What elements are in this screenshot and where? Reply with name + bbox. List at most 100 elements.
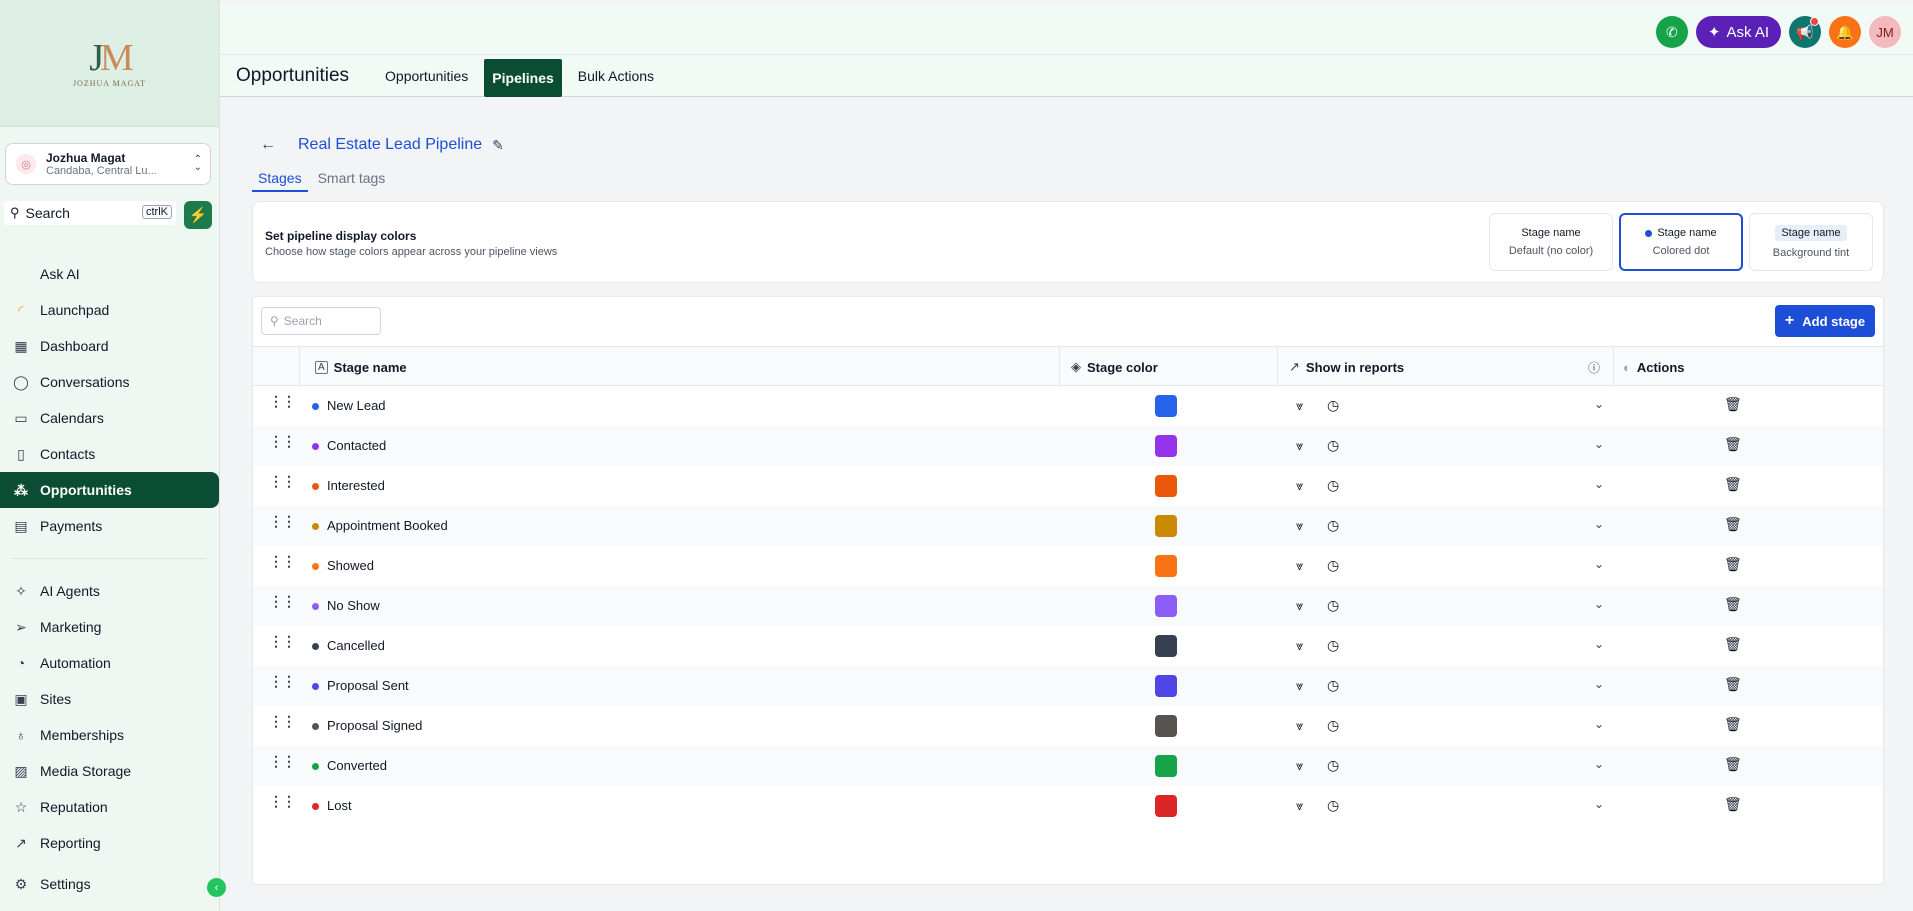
drag-handle-icon[interactable]: ⋮⋮ (269, 634, 296, 648)
drag-handle-icon[interactable]: ⋮⋮ (269, 474, 296, 488)
sidebar-item-reporting[interactable]: ↗ Reporting (0, 825, 219, 861)
trash-icon[interactable]: 🗑 (1724, 756, 1742, 773)
table-row[interactable]: ⋮⋮ Proposal Signed ⩔ ◷ ⌄ 🗑 (253, 706, 1883, 746)
chevron-down-icon[interactable]: ⌄ (1594, 437, 1604, 451)
pie-chart-icon[interactable]: ◷ (1327, 797, 1339, 814)
notifications-button[interactable]: 🔔 (1829, 16, 1861, 48)
drag-handle-icon[interactable]: ⋮⋮ (269, 394, 296, 408)
stage-color-swatch[interactable] (1155, 395, 1177, 417)
pie-chart-icon[interactable]: ◷ (1327, 597, 1339, 614)
display-mode-background-tint[interactable]: Stage name Background tint (1749, 213, 1873, 271)
funnel-icon[interactable]: ⩔ (1296, 598, 1303, 614)
sidebar-item-marketing[interactable]: ➢ Marketing (0, 609, 219, 645)
drag-handle-icon[interactable]: ⋮⋮ (269, 754, 296, 768)
chevron-down-icon[interactable]: ⌄ (1594, 517, 1604, 531)
tab-opportunities[interactable]: Opportunities (377, 58, 476, 94)
funnel-icon[interactable]: ⩔ (1296, 678, 1303, 694)
table-row[interactable]: ⋮⋮ Showed ⩔ ◷ ⌄ 🗑 (253, 546, 1883, 586)
pie-chart-icon[interactable]: ◷ (1327, 637, 1339, 654)
sidebar-item-settings[interactable]: ⚙ Settings (0, 866, 219, 902)
quick-action-button[interactable]: ⚡ (184, 201, 212, 229)
tab-smart-tags[interactable]: Smart tags (312, 170, 392, 192)
display-mode-default[interactable]: Stage name Default (no color) (1489, 213, 1613, 271)
collapse-sidebar-button[interactable]: ‹ (207, 878, 226, 897)
sidebar-item-automation[interactable]: ◔ Automation (0, 645, 219, 681)
sidebar-item-dashboard[interactable]: ▦ Dashboard (0, 328, 219, 364)
sidebar-item-calendars[interactable]: ▭ Calendars (0, 400, 219, 436)
stage-color-swatch[interactable] (1155, 595, 1177, 617)
drag-handle-icon[interactable]: ⋮⋮ (269, 674, 296, 688)
table-row[interactable]: ⋮⋮ Interested ⩔ ◷ ⌄ 🗑 (253, 466, 1883, 506)
chevron-down-icon[interactable]: ⌄ (1594, 757, 1604, 771)
sidebar-item-contacts[interactable]: ▯ Contacts (0, 436, 219, 472)
tab-stages[interactable]: Stages (252, 170, 308, 192)
stage-color-swatch[interactable] (1155, 435, 1177, 457)
table-row[interactable]: ⋮⋮ No Show ⩔ ◷ ⌄ 🗑 (253, 586, 1883, 626)
add-stage-button[interactable]: + Add stage (1775, 305, 1875, 337)
funnel-icon[interactable]: ⩔ (1296, 798, 1303, 814)
pie-chart-icon[interactable]: ◷ (1327, 477, 1339, 494)
chevron-down-icon[interactable]: ⌄ (1594, 557, 1604, 571)
chevron-down-icon[interactable]: ⌄ (1594, 477, 1604, 491)
funnel-icon[interactable]: ⩔ (1296, 758, 1303, 774)
pie-chart-icon[interactable]: ◷ (1327, 397, 1339, 414)
stage-color-swatch[interactable] (1155, 755, 1177, 777)
chevron-down-icon[interactable]: ⌄ (1594, 717, 1604, 731)
tab-bulk-actions[interactable]: Bulk Actions (570, 58, 662, 94)
drag-handle-icon[interactable]: ⋮⋮ (269, 594, 296, 608)
trash-icon[interactable]: 🗑 (1724, 716, 1742, 733)
funnel-icon[interactable]: ⩔ (1296, 558, 1303, 574)
sidebar-item-ai-agents[interactable]: ✧ AI Agents (0, 573, 219, 609)
trash-icon[interactable]: 🗑 (1724, 436, 1742, 453)
funnel-icon[interactable]: ⩔ (1296, 518, 1303, 534)
drag-handle-icon[interactable]: ⋮⋮ (269, 714, 296, 728)
avatar[interactable]: JM (1869, 16, 1901, 48)
phone-button[interactable]: ✆ (1655, 16, 1688, 48)
stage-color-swatch[interactable] (1155, 555, 1177, 577)
pie-chart-icon[interactable]: ◷ (1327, 717, 1339, 734)
drag-handle-icon[interactable]: ⋮⋮ (269, 554, 296, 568)
drag-handle-icon[interactable]: ⋮⋮ (269, 434, 296, 448)
chevron-down-icon[interactable]: ⌄ (1594, 397, 1604, 411)
pie-chart-icon[interactable]: ◷ (1327, 757, 1339, 774)
funnel-icon[interactable]: ⩔ (1296, 438, 1303, 454)
sidebar-item-conversations[interactable]: ◯ Conversations (0, 364, 219, 400)
sidebar-search[interactable]: ⚲ Search ctrlK (4, 201, 176, 225)
funnel-icon[interactable]: ⩔ (1296, 718, 1303, 734)
funnel-icon[interactable]: ⩔ (1296, 638, 1303, 654)
table-row[interactable]: ⋮⋮ Contacted ⩔ ◷ ⌄ 🗑 (253, 426, 1883, 466)
pie-chart-icon[interactable]: ◷ (1327, 677, 1339, 694)
pie-chart-icon[interactable]: ◷ (1327, 557, 1339, 574)
stage-color-swatch[interactable] (1155, 675, 1177, 697)
sidebar-item-media-storage[interactable]: ▨ Media Storage (0, 753, 219, 789)
trash-icon[interactable]: 🗑 (1724, 796, 1742, 813)
trash-icon[interactable]: 🗑 (1724, 596, 1742, 613)
trash-icon[interactable]: 🗑 (1724, 636, 1742, 653)
sidebar-item-opportunities[interactable]: ⁂ Opportunities (0, 472, 219, 508)
sidebar-item-ask-ai[interactable]: Ask AI (0, 256, 219, 292)
announcements-button[interactable]: 📢 (1789, 16, 1821, 48)
table-row[interactable]: ⋮⋮ Appointment Booked ⩔ ◷ ⌄ 🗑 (253, 506, 1883, 546)
chevron-down-icon[interactable]: ⌄ (1594, 677, 1604, 691)
trash-icon[interactable]: 🗑 (1724, 676, 1742, 693)
stage-color-swatch[interactable] (1155, 635, 1177, 657)
stage-search-input[interactable]: ⚲ Search (261, 307, 381, 335)
sidebar-item-memberships[interactable]: ♁ Memberships (0, 717, 219, 753)
back-arrow-icon[interactable]: ← (260, 136, 276, 154)
sidebar-item-reputation[interactable]: ☆ Reputation (0, 789, 219, 825)
trash-icon[interactable]: 🗑 (1724, 516, 1742, 533)
table-row[interactable]: ⋮⋮ Cancelled ⩔ ◷ ⌄ 🗑 (253, 626, 1883, 666)
trash-icon[interactable]: 🗑 (1724, 396, 1742, 413)
table-row[interactable]: ⋮⋮ Converted ⩔ ◷ ⌄ 🗑 (253, 746, 1883, 786)
trash-icon[interactable]: 🗑 (1724, 556, 1742, 573)
pie-chart-icon[interactable]: ◷ (1327, 437, 1339, 454)
ask-ai-button[interactable]: ✦ Ask AI (1695, 16, 1781, 48)
drag-handle-icon[interactable]: ⋮⋮ (269, 794, 296, 808)
sidebar-item-payments[interactable]: ▤ Payments (0, 508, 219, 544)
funnel-icon[interactable]: ⩔ (1296, 398, 1303, 414)
trash-icon[interactable]: 🗑 (1724, 476, 1742, 493)
drag-handle-icon[interactable]: ⋮⋮ (269, 514, 296, 528)
chevron-down-icon[interactable]: ⌄ (1594, 597, 1604, 611)
sidebar-item-sites[interactable]: ▣ Sites (0, 681, 219, 717)
pie-chart-icon[interactable]: ◷ (1327, 517, 1339, 534)
